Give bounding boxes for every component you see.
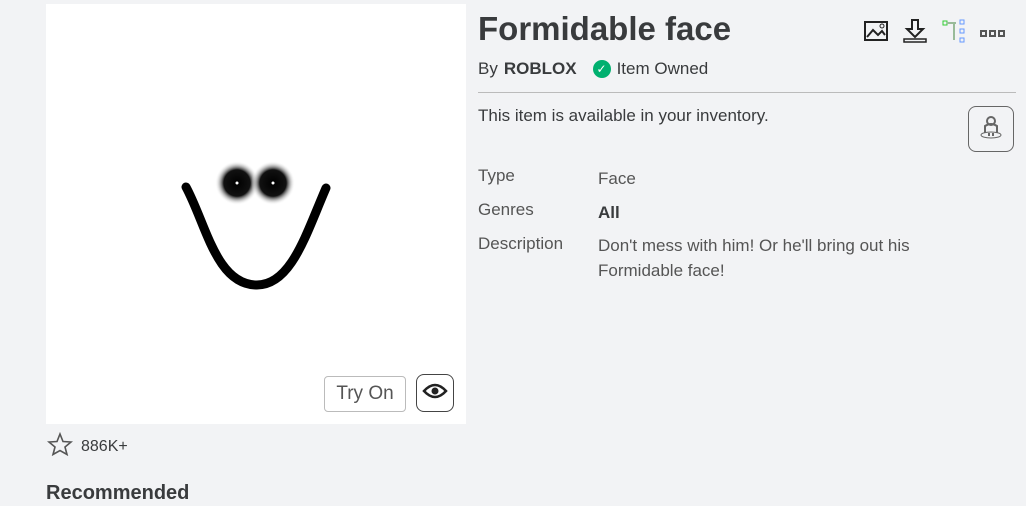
detail-value: Face xyxy=(598,169,636,188)
face-image xyxy=(181,161,331,290)
divider xyxy=(478,92,1016,93)
availability-text: This item is available in your inventory… xyxy=(478,106,769,125)
check-icon: ✓ xyxy=(592,60,611,78)
creator-link[interactable]: ROBLOX xyxy=(504,59,577,79)
more-options-icon[interactable] xyxy=(980,25,1006,43)
avatar-button[interactable] xyxy=(968,106,1014,152)
detail-type: Type Face xyxy=(478,166,978,191)
recommended-heading: Recommended xyxy=(46,482,190,504)
eye-icon xyxy=(422,383,448,404)
detail-value: Don't mess with him! Or he'll bring out … xyxy=(598,236,910,280)
detail-genres: Genres All xyxy=(478,200,978,225)
preview-button[interactable] xyxy=(416,374,454,412)
owned-label: Item Owned xyxy=(616,59,709,78)
download-icon[interactable] xyxy=(902,18,928,49)
detail-label: Genres xyxy=(478,200,534,219)
image-icon[interactable] xyxy=(864,21,888,46)
item-thumbnail: Try On xyxy=(46,4,466,424)
creator-line: By ROBLOX ✓ Item Owned xyxy=(478,59,708,79)
by-label: By xyxy=(478,59,498,78)
favorite-count: 886K+ xyxy=(81,437,128,455)
avatar-icon xyxy=(978,114,1004,145)
try-on-button[interactable]: Try On xyxy=(324,376,406,412)
hierarchy-icon[interactable] xyxy=(942,19,966,48)
detail-description: Description Don't mess with him! Or he'll… xyxy=(478,234,978,283)
detail-label: Description xyxy=(478,234,564,253)
detail-label: Type xyxy=(478,166,515,185)
genre-link[interactable]: All xyxy=(598,200,978,225)
favorite-button[interactable]: 886K+ xyxy=(46,431,128,461)
star-icon xyxy=(46,431,74,461)
item-title: Formidable face xyxy=(478,10,732,47)
